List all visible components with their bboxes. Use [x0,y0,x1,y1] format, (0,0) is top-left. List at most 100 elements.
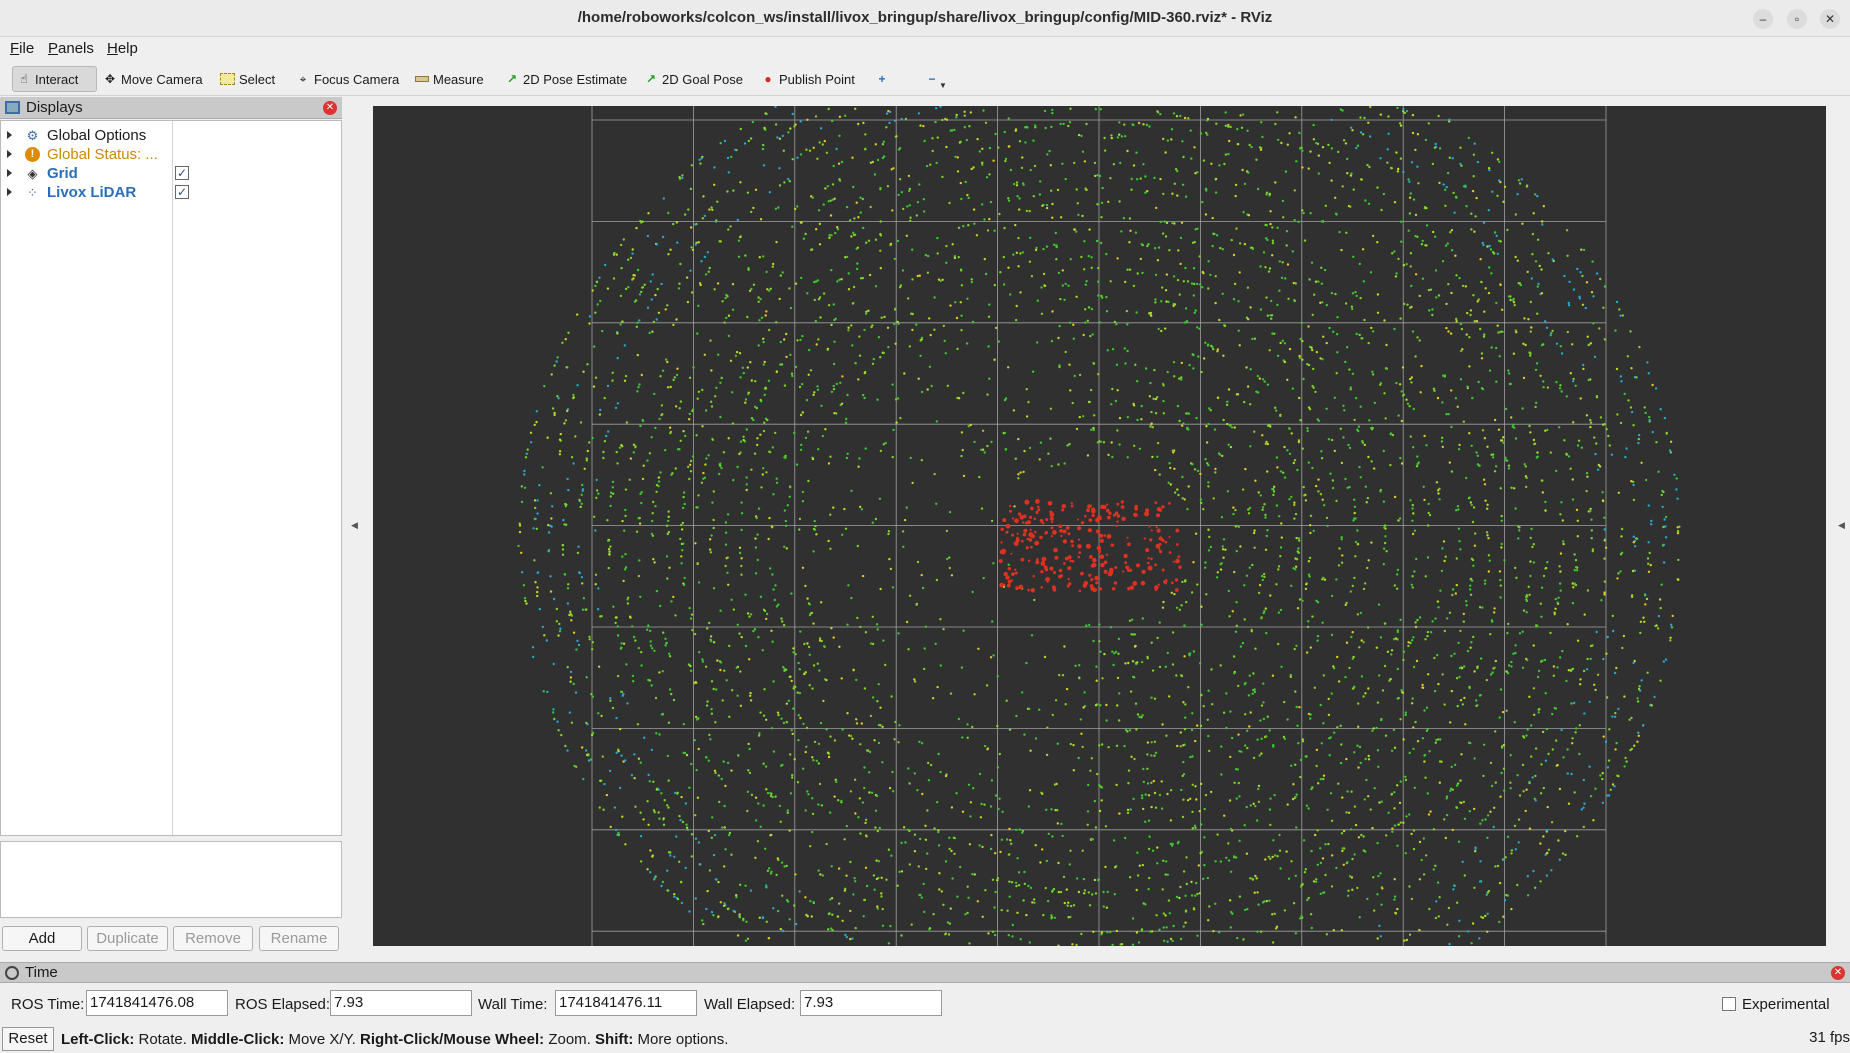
lidar-point [908,863,911,866]
lidar-point [1549,451,1553,454]
lidar-point [633,753,636,756]
lidar-point [691,248,695,252]
expand-arrow-icon[interactable] [7,131,12,139]
lidar-point [1567,802,1571,805]
expand-arrow-icon[interactable] [7,188,12,196]
livox-lidar-enabled-checkbox[interactable]: ✓ [175,185,189,199]
3d-viewport[interactable] [373,105,1826,1033]
lidar-point [1257,787,1260,791]
grid-enabled-checkbox[interactable]: ✓ [175,166,189,180]
lidar-point [1601,491,1604,494]
lidar-point [1331,854,1334,857]
lidar-point [812,622,815,625]
lidar-point [1450,389,1453,392]
lidar-point [961,736,964,739]
lidar-point [1170,128,1174,131]
lidar-point [1348,446,1352,450]
measure-tool-button[interactable]: Measure [411,66,488,92]
collapse-right-arrow-icon[interactable]: ◀ [1838,520,1845,531]
display-row-global-options[interactable]: ⚙ Global Options [1,126,341,145]
menu-panels[interactable]: Panels [48,40,94,57]
lidar-point [1528,781,1531,785]
lidar-point [1301,166,1304,169]
add-display-button[interactable]: Add [2,926,82,951]
focus-camera-tool-button[interactable]: ⌖ Focus Camera [292,66,403,92]
lidar-point [845,255,849,259]
lidar-point [590,733,594,737]
lidar-point [852,185,855,189]
display-row-grid[interactable]: ◈ Grid ✓ [1,164,341,183]
lidar-point [1532,438,1536,442]
lidar-point [1180,788,1183,792]
lidar-point [1246,129,1249,132]
lidar-point [1199,852,1202,855]
lidar-point [667,530,670,534]
lidar-point [1334,196,1337,199]
lidar-point [1298,147,1302,150]
lidar-point [1486,534,1489,537]
lidar-point [1218,931,1221,934]
duplicate-display-button[interactable]: Duplicate [87,926,168,951]
lidar-point [775,873,778,877]
collapse-left-arrow-icon[interactable]: ◀ [351,520,358,531]
lidar-point [1306,429,1309,433]
menu-help[interactable]: Help [107,40,138,57]
pose-estimate-tool-button[interactable]: ↗ 2D Pose Estimate [501,66,631,92]
lidar-point [1370,326,1373,330]
lidar-point [654,293,657,297]
lidar-point [1276,855,1279,858]
lidar-point [762,337,765,340]
lidar-point [1383,526,1386,529]
goal-pose-tool-button[interactable]: ↗ 2D Goal Pose [640,66,747,92]
lidar-point [639,595,642,598]
lidar-point [1194,785,1197,788]
move-camera-tool-button[interactable]: ✥ Move Camera [99,66,207,92]
lidar-point [858,354,862,357]
lidar-point [714,771,717,775]
remove-display-button[interactable]: Remove [173,926,253,951]
lidar-point [689,459,693,463]
lidar-point [567,583,570,586]
lidar-point [1293,503,1296,507]
publish-point-tool-button[interactable]: ● Publish Point [757,66,859,92]
lidar-point [798,890,801,893]
display-row-global-status[interactable]: ! Global Status: ... [1,145,341,164]
lidar-point [793,685,796,688]
expand-arrow-icon[interactable] [7,169,12,177]
add-tool-button[interactable]: + [871,66,893,92]
lidar-point [966,885,969,888]
lidar-point [783,456,786,459]
lidar-point [725,679,728,682]
lidar-point [661,369,665,372]
maximize-button[interactable]: ▫ [1787,9,1807,29]
close-window-button[interactable]: ✕ [1820,9,1840,29]
lidar-point [1115,783,1118,787]
lidar-point [960,431,964,434]
lidar-point [765,612,769,616]
lidar-point [1290,584,1293,587]
lidar-point [780,717,783,720]
lidar-point [1433,656,1436,660]
lidar-point [1225,403,1229,407]
close-panel-icon[interactable]: ✕ [323,101,337,115]
lidar-point [1238,795,1241,798]
lidar-point [1490,784,1494,788]
lidar-point [1164,665,1167,668]
remove-tool-button[interactable]: − ▼ [921,66,951,92]
lidar-point [1161,606,1165,609]
lidar-point [1259,930,1263,933]
lidar-point [881,725,884,728]
menu-file[interactable]: File [10,40,34,57]
select-tool-button[interactable]: Select [216,66,279,92]
expand-arrow-icon[interactable] [7,150,12,158]
lidar-point [1558,787,1562,791]
lidar-point [806,790,809,793]
minimize-button[interactable]: – [1753,9,1773,29]
interact-tool-button[interactable]: ☝ Interact [12,66,97,92]
lidar-point [1131,943,1135,946]
lidar-point [1053,916,1056,919]
display-row-livox-lidar[interactable]: ⁘ Livox LiDAR ✓ [1,183,341,202]
lidar-point [1446,923,1449,926]
rename-display-button[interactable]: Rename [259,926,339,951]
lidar-point [816,157,819,160]
